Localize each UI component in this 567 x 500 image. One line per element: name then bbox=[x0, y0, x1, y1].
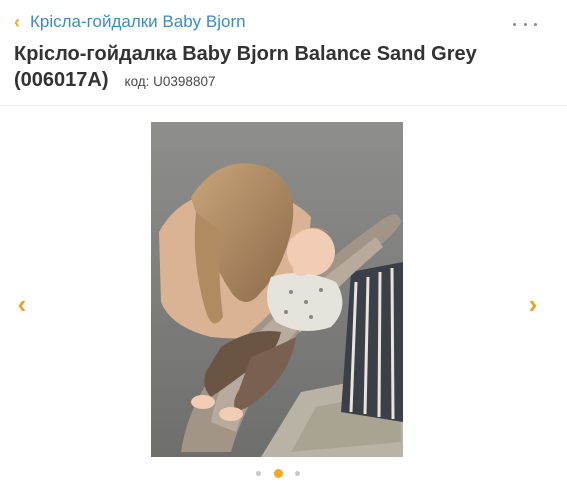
product-gallery: ‹ › bbox=[0, 107, 567, 500]
chevron-left-icon: ‹ bbox=[14, 12, 20, 32]
pagination-dot[interactable] bbox=[295, 470, 300, 476]
gallery-next-arrow[interactable]: › bbox=[521, 291, 545, 317]
pagination-dot-active[interactable] bbox=[273, 468, 283, 478]
product-photo[interactable] bbox=[151, 122, 403, 457]
product-photo-illustration bbox=[151, 122, 403, 457]
more-options-button[interactable] bbox=[513, 16, 537, 32]
gallery-prev-arrow[interactable]: ‹ bbox=[10, 291, 34, 317]
breadcrumb[interactable]: ‹ Крісла-гойдалки Baby Bjorn bbox=[14, 12, 246, 32]
dot-icon bbox=[534, 22, 537, 26]
product-title-block: Крісло-гойдалка Baby Bjorn Balance Sand … bbox=[14, 42, 504, 94]
product-header: ‹ Крісла-гойдалки Baby Bjorn Крісло-гойд… bbox=[0, 0, 567, 106]
gallery-pagination bbox=[256, 468, 300, 478]
product-title: Крісло-гойдалка Baby Bjorn Balance Sand … bbox=[14, 43, 477, 91]
pagination-dot[interactable] bbox=[256, 470, 261, 476]
breadcrumb-label: Крісла-гойдалки Baby Bjorn bbox=[30, 12, 246, 31]
dot-icon bbox=[513, 22, 516, 26]
dot-icon bbox=[523, 22, 527, 26]
product-code: код: U0398807 bbox=[124, 74, 216, 89]
